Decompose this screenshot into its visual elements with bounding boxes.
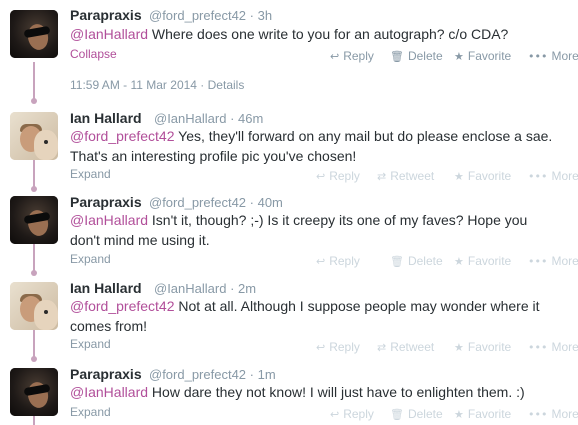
timestamp[interactable]: 11:59 AM - 11 Mar 2014 — [70, 78, 197, 92]
more-button[interactable]: ••• More — [528, 169, 578, 183]
tweet-time: 1m — [257, 367, 276, 382]
tweet-text: @IanHallard Where does one write to you … — [70, 26, 509, 42]
reply-button[interactable]: ↩ Reply — [316, 169, 360, 183]
tweet-actions: ↩ Reply ⇄ Retweet ★ Favorite ••• More — [0, 340, 578, 356]
reply-button[interactable]: ↩ Reply — [330, 49, 374, 63]
reply-icon: ↩ — [316, 170, 326, 183]
reply-button[interactable]: ↩ Reply — [316, 340, 360, 354]
retweet-icon: ⇄ — [377, 341, 387, 354]
more-dots-icon: ••• — [528, 255, 548, 268]
delete-button[interactable]: 🗑 Delete — [390, 49, 443, 63]
tweet-text: @IanHallard Isn't it, though? ;-) Is it … — [70, 212, 528, 248]
author-handle[interactable]: @ford_prefect42 · 3h — [149, 8, 272, 23]
delete-button[interactable]: 🗑 Delete — [390, 254, 443, 268]
more-dots-icon: ••• — [528, 341, 548, 354]
star-icon: ★ — [454, 255, 464, 268]
retweet-button[interactable]: ⇄ Retweet — [377, 169, 434, 183]
tweet-actions: ↩ Reply ⇄ Retweet ★ Favorite ••• More — [0, 169, 578, 185]
tweet-5[interactable]: Parapraxis @ford_prefect42 · 1m @IanHall… — [0, 364, 578, 425]
trash-icon: 🗑 — [390, 50, 404, 63]
author-handle[interactable]: @ford_prefect42 · 1m — [149, 367, 276, 382]
tweet-actions: ↩ Reply 🗑 Delete ★ Favorite ••• More — [0, 49, 578, 65]
tweet-details: 11:59 AM - 11 Mar 2014 · Details — [70, 78, 245, 92]
favorite-button[interactable]: ★ Favorite — [454, 340, 511, 354]
avatar[interactable] — [10, 196, 58, 244]
tweet-text: @ford_prefect42 Yes, they'll forward on … — [70, 128, 553, 164]
reply-icon: ↩ — [316, 341, 326, 354]
more-button[interactable]: ••• More — [528, 340, 578, 354]
details-link[interactable]: Details — [208, 78, 245, 92]
reply-button[interactable]: ↩ Reply — [316, 254, 360, 268]
author-name[interactable]: Parapraxis — [70, 194, 142, 210]
tweet-4[interactable]: Ian Hallard @IanHallard · 2m @ford_prefe… — [0, 278, 578, 358]
reply-icon: ↩ — [330, 408, 340, 421]
trash-icon: 🗑 — [390, 255, 404, 268]
trash-icon: 🗑 — [390, 408, 404, 421]
more-button[interactable]: ••• More — [528, 254, 578, 268]
favorite-button[interactable]: ★ Favorite — [454, 49, 511, 63]
mention-link[interactable]: @IanHallard — [70, 384, 148, 400]
tweet-3[interactable]: Parapraxis @ford_prefect42 · 40m @IanHal… — [0, 192, 578, 272]
tweet-time: 3h — [257, 8, 273, 23]
mention-link[interactable]: @IanHallard — [70, 212, 148, 228]
more-button[interactable]: ••• More — [528, 49, 578, 63]
star-icon: ★ — [454, 170, 464, 183]
tweet-actions: ↩ Reply 🗑 Delete ★ Favorite ••• More — [0, 407, 578, 423]
author-name[interactable]: Ian Hallard — [70, 280, 142, 296]
favorite-button[interactable]: ★ Favorite — [454, 169, 511, 183]
mention-link[interactable]: @ford_prefect42 — [70, 128, 175, 144]
star-icon: ★ — [454, 50, 464, 63]
tweet-time: 40m — [257, 195, 283, 210]
author-handle[interactable]: @IanHallard · 46m — [154, 111, 263, 126]
retweet-icon: ⇄ — [377, 170, 387, 183]
author-name[interactable]: Ian Hallard — [70, 110, 142, 126]
delete-button[interactable]: 🗑 Delete — [390, 407, 443, 421]
avatar[interactable] — [10, 112, 58, 160]
tweet-actions: ↩ Reply 🗑 Delete ★ Favorite ••• More — [0, 254, 578, 270]
author-handle[interactable]: @ford_prefect42 · 40m — [149, 195, 283, 210]
more-button[interactable]: ••• More — [528, 407, 578, 421]
star-icon: ★ — [454, 341, 464, 354]
tweet-1[interactable]: Parapraxis @ford_prefect42 · 3h @IanHall… — [0, 0, 578, 100]
more-dots-icon: ••• — [528, 170, 548, 183]
author-name[interactable]: Parapraxis — [70, 7, 142, 23]
tweet-time: 2m — [238, 281, 257, 296]
mention-link[interactable]: @IanHallard — [70, 26, 148, 42]
tweet-text: @IanHallard How dare they not know! I wi… — [70, 384, 525, 400]
favorite-button[interactable]: ★ Favorite — [454, 254, 511, 268]
favorite-button[interactable]: ★ Favorite — [454, 407, 511, 421]
tweet-text: @ford_prefect42 Not at all. Although I s… — [70, 298, 540, 334]
reply-button[interactable]: ↩ Reply — [330, 407, 374, 421]
reply-icon: ↩ — [316, 255, 326, 268]
author-name[interactable]: Parapraxis — [70, 366, 142, 382]
star-icon: ★ — [454, 408, 464, 421]
reply-icon: ↩ — [330, 50, 340, 63]
tweet-2[interactable]: Ian Hallard @IanHallard · 46m @ford_pref… — [0, 108, 578, 188]
mention-link[interactable]: @ford_prefect42 — [70, 298, 175, 314]
avatar[interactable] — [10, 282, 58, 330]
author-handle[interactable]: @IanHallard · 2m — [154, 281, 256, 296]
more-dots-icon: ••• — [528, 50, 548, 63]
more-dots-icon: ••• — [528, 408, 548, 421]
retweet-button[interactable]: ⇄ Retweet — [377, 340, 434, 354]
tweet-time: 46m — [238, 111, 264, 126]
